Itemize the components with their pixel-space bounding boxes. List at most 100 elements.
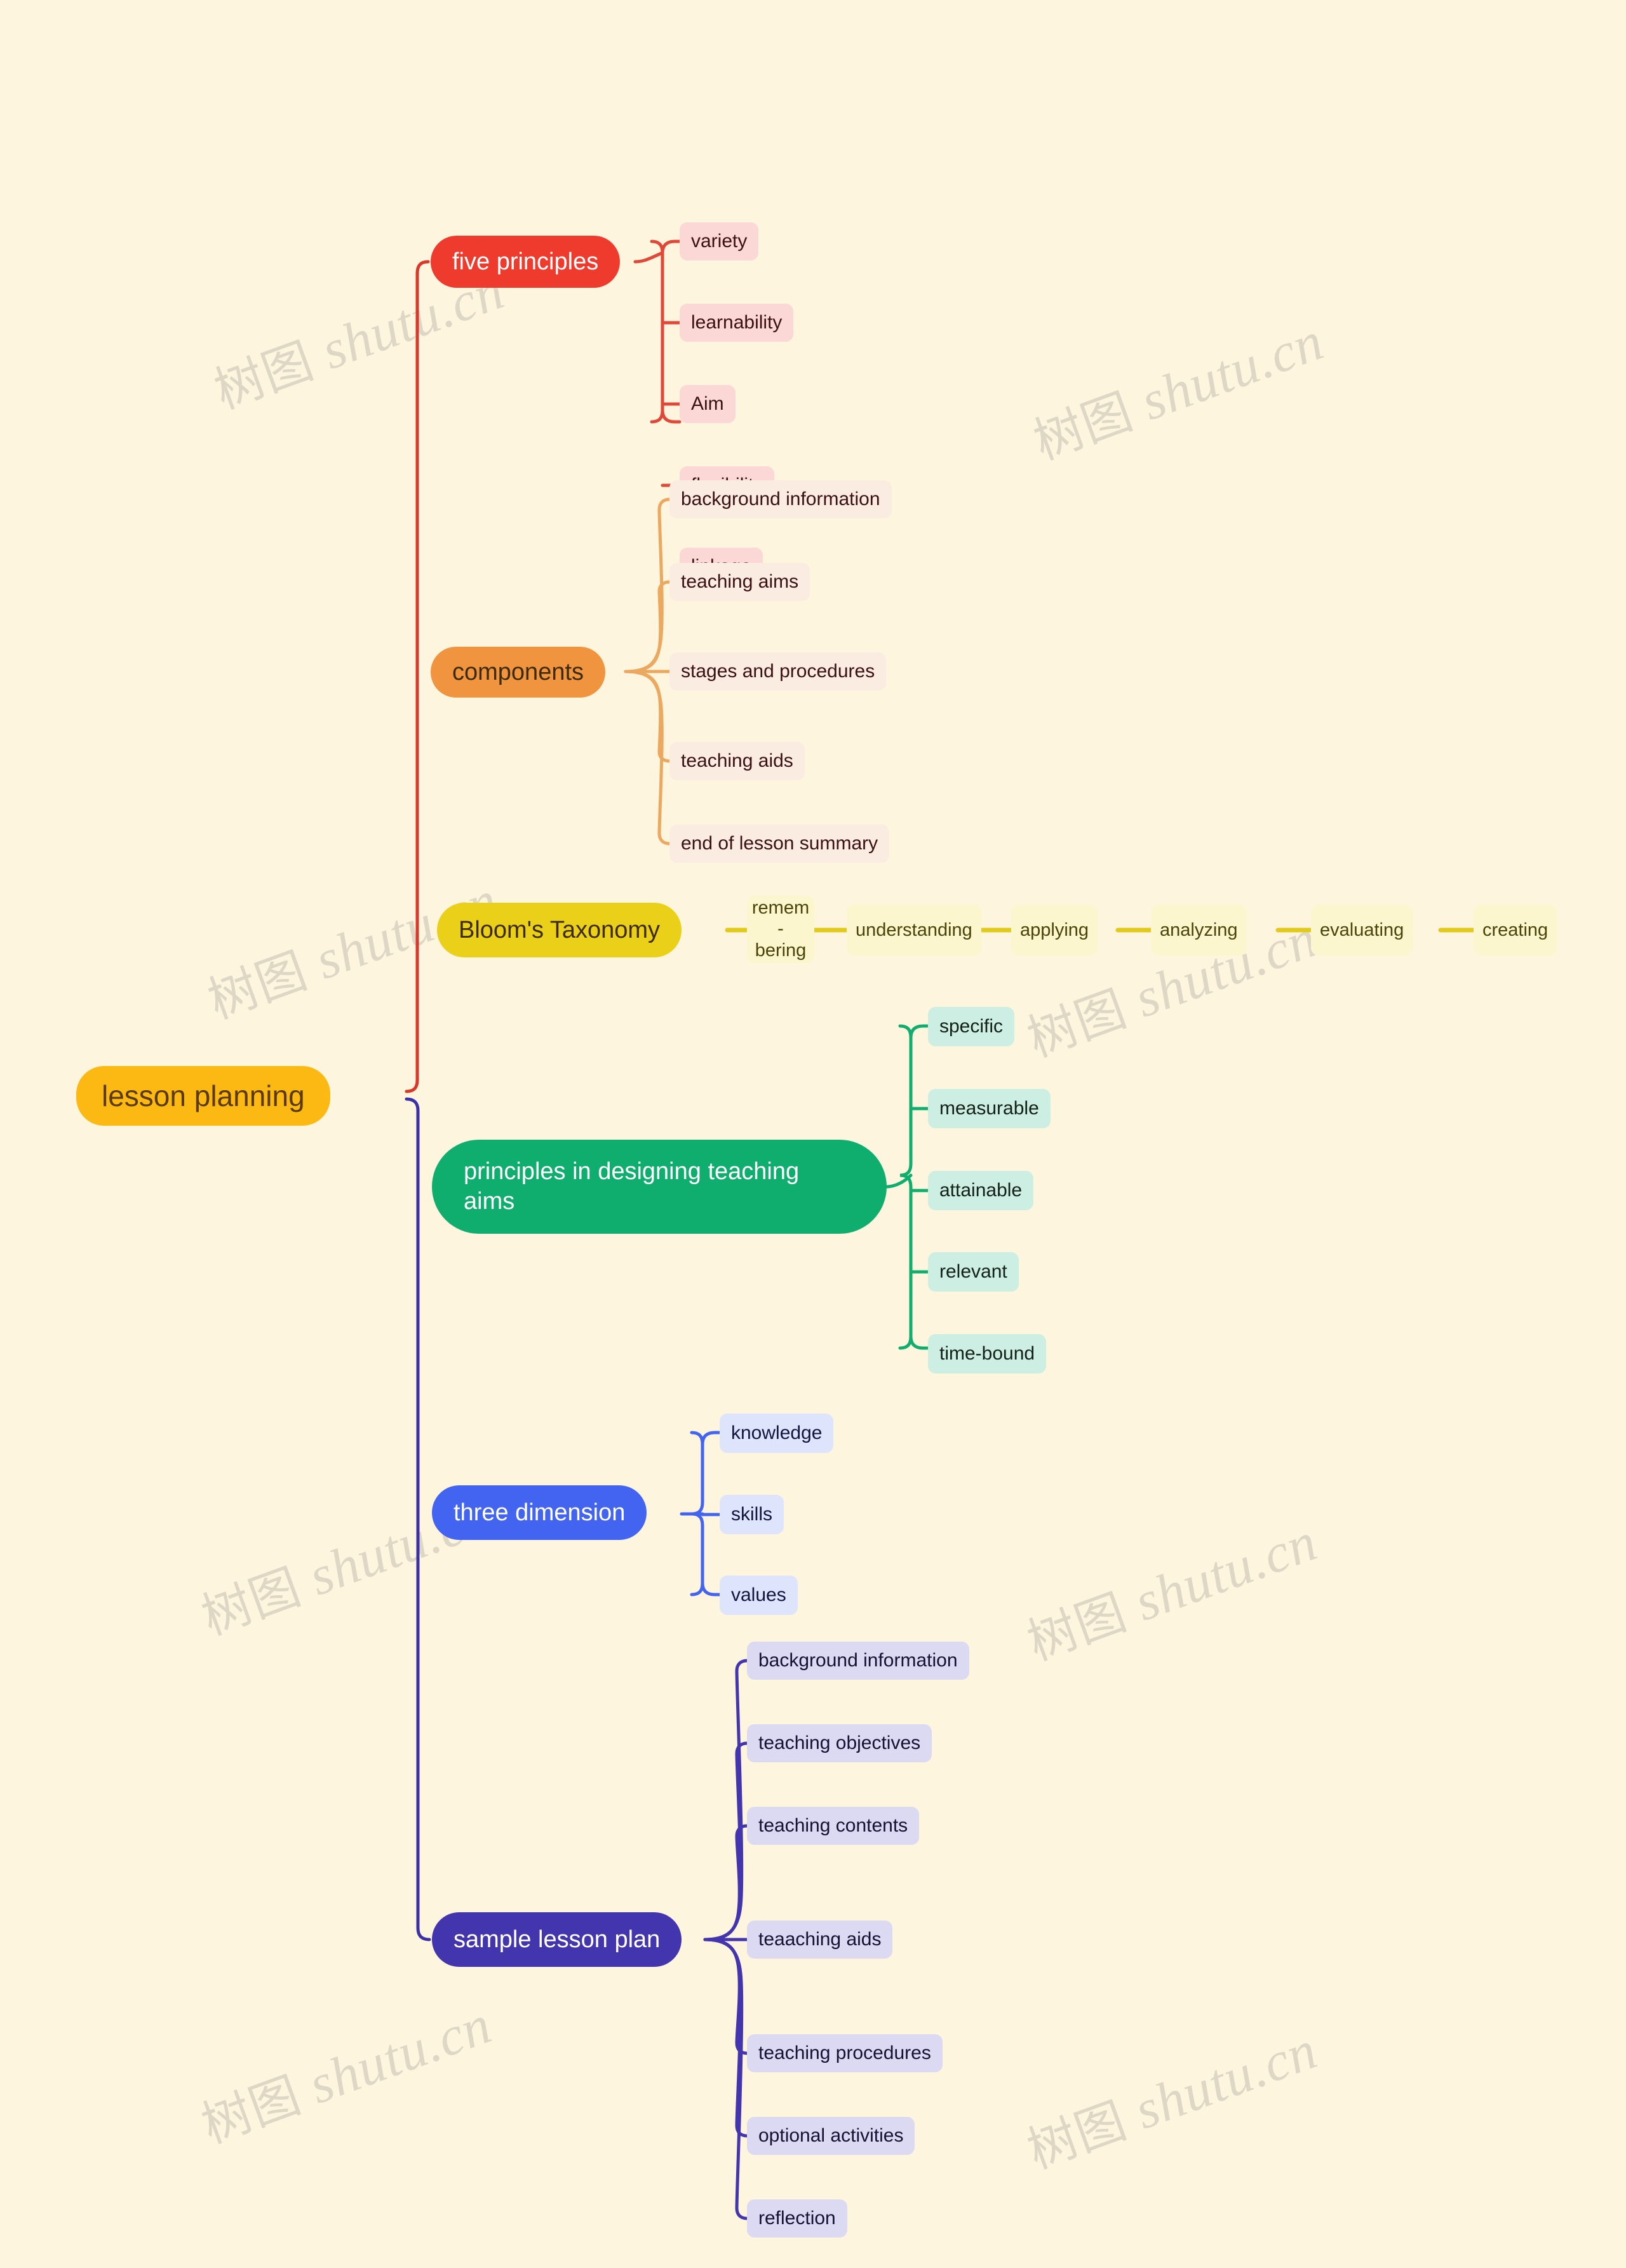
link-components-leaf-5 bbox=[624, 670, 671, 846]
branch-label: Bloom's Taxonomy bbox=[459, 916, 661, 943]
leaf-label: skills bbox=[731, 1504, 772, 1525]
leaf-applying[interactable]: applying bbox=[1011, 905, 1098, 955]
leaf-label: applying bbox=[1020, 919, 1089, 940]
branch-label: sample lesson plan bbox=[454, 1926, 661, 1953]
watermark-cjk: 树图 bbox=[194, 2066, 309, 2155]
leaf-label: background information bbox=[681, 489, 880, 510]
leaf-teaching-contents[interactable]: teaching contents bbox=[747, 1807, 920, 1845]
watermark-cjk: 树图 bbox=[1020, 1583, 1134, 1672]
leaf-label: end of lesson summary bbox=[681, 833, 878, 854]
watermark: 树图 shutu.cn bbox=[1016, 1504, 1326, 1675]
leaf-teaaching-aids[interactable]: teaaching aids bbox=[747, 1920, 893, 1959]
leaf-label: attainable bbox=[939, 1180, 1023, 1201]
link-components-leaf-2 bbox=[624, 580, 671, 673]
root-node[interactable]: lesson planning bbox=[76, 1066, 330, 1126]
leaf-variety[interactable]: variety bbox=[680, 222, 759, 260]
root-label: lesson planning bbox=[102, 1079, 305, 1112]
branch-label: five principles bbox=[452, 248, 599, 275]
branch-five-principles[interactable]: five principles bbox=[431, 236, 621, 288]
link-purple-leaf-2 bbox=[703, 1741, 749, 1941]
link-five-principles-leaf-variety bbox=[661, 240, 682, 255]
branch-principles-in-designing-teaching-aims[interactable]: principles in designing teaching aims bbox=[432, 1140, 887, 1234]
leaf-label: teaching procedures bbox=[758, 2042, 931, 2063]
leaf-values[interactable]: values bbox=[720, 1576, 798, 1615]
leaf-measurable[interactable]: measurable bbox=[928, 1089, 1051, 1128]
leaf-label: specific bbox=[939, 1016, 1004, 1037]
watermark-cjk: 树图 bbox=[201, 942, 315, 1030]
leaf-skills[interactable]: skills bbox=[720, 1495, 784, 1534]
leaf-label: teaching aids bbox=[681, 750, 793, 771]
watermark-latin: shutu.cn bbox=[1132, 309, 1331, 432]
link-components-leaf-4 bbox=[624, 670, 671, 763]
leaf-label: background information bbox=[758, 1650, 958, 1671]
leaf-teaching-aids[interactable]: teaching aids bbox=[669, 742, 805, 780]
link-five-principles-leaf-linkage bbox=[661, 408, 682, 424]
leaf-label: learnability bbox=[691, 312, 783, 333]
branch-three-dimension[interactable]: three dimension bbox=[432, 1485, 647, 1540]
leaf-optional-activities[interactable]: optional activities bbox=[747, 2117, 915, 2155]
leaf-label: creating bbox=[1482, 919, 1549, 940]
leaf-label: relevant bbox=[939, 1261, 1007, 1282]
link-purple-leaf-7 bbox=[703, 1938, 749, 2220]
leaf-label: teaching aims bbox=[681, 571, 799, 592]
leaf-aim[interactable]: Aim bbox=[680, 385, 736, 423]
branch-blooms-taxonomy[interactable]: Bloom's Taxonomy bbox=[437, 903, 682, 957]
leaf-remembering[interactable]: remem -bering bbox=[747, 896, 814, 963]
leaf-specific[interactable]: specific bbox=[928, 1007, 1015, 1046]
leaf-understanding[interactable]: understanding bbox=[847, 905, 981, 955]
link-purple-leaf-5 bbox=[703, 1938, 749, 2055]
leaf-creating[interactable]: creating bbox=[1474, 905, 1557, 955]
leaf-teaching-aims[interactable]: teaching aims bbox=[669, 563, 810, 601]
branch-label: principles in designing teaching aims bbox=[464, 1158, 806, 1215]
leaf-analyzing[interactable]: analyzing bbox=[1151, 905, 1247, 955]
leaf-evaluating[interactable]: evaluating bbox=[1311, 905, 1413, 955]
leaf-end-of-lesson-summary[interactable]: end of lesson summary bbox=[669, 825, 890, 863]
link-blue-leaf-values bbox=[701, 1581, 722, 1596]
link-five-principles-branch bbox=[633, 251, 664, 264]
leaf-label: teaaching aids bbox=[758, 1929, 882, 1950]
leaf-label: stages and procedures bbox=[681, 661, 875, 682]
leaf-attainable[interactable]: attainable bbox=[928, 1171, 1034, 1210]
link-blue-leaf-knowledge bbox=[701, 1431, 722, 1446]
branch-components[interactable]: components bbox=[431, 647, 606, 698]
leaf-background-information-2[interactable]: background information bbox=[747, 1642, 969, 1680]
branch-sample-lesson-plan[interactable]: sample lesson plan bbox=[432, 1912, 682, 1967]
link-green-leaf-timebound bbox=[909, 1335, 930, 1350]
leaf-label: teaching objectives bbox=[758, 1732, 921, 1753]
branch-label: components bbox=[452, 658, 584, 685]
watermark-cjk: 树图 bbox=[207, 332, 321, 421]
link-components-leaf-1 bbox=[624, 497, 671, 673]
leaf-label: analyzing bbox=[1160, 919, 1238, 940]
watermark-cjk: 树图 bbox=[1026, 382, 1141, 471]
watermark: 树图 shutu.cn bbox=[1023, 303, 1332, 474]
watermark-latin: shutu.cn bbox=[300, 1993, 499, 2116]
link-purple-leaf-3 bbox=[703, 1824, 749, 1941]
leaf-reflection[interactable]: reflection bbox=[747, 2199, 847, 2238]
leaf-knowledge[interactable]: knowledge bbox=[720, 1414, 834, 1453]
link-green-spine bbox=[898, 1024, 913, 1350]
leaf-label: time-bound bbox=[939, 1343, 1035, 1364]
link-root-upper-trunk bbox=[405, 260, 430, 1093]
leaf-label: teaching contents bbox=[758, 1815, 908, 1836]
leaf-background-information[interactable]: background information bbox=[669, 480, 892, 518]
leaf-teaching-procedures[interactable]: teaching procedures bbox=[747, 2034, 943, 2072]
link-green-leaf-specific bbox=[909, 1024, 930, 1039]
leaf-stages-and-procedures[interactable]: stages and procedures bbox=[669, 652, 887, 691]
leaf-learnability[interactable]: learnability bbox=[680, 304, 794, 342]
leaf-label: variety bbox=[691, 231, 748, 252]
leaf-time-bound[interactable]: time-bound bbox=[928, 1334, 1047, 1374]
link-purple-leaf-1 bbox=[703, 1659, 749, 1941]
leaf-teaching-objectives[interactable]: teaching objectives bbox=[747, 1724, 932, 1762]
link-green-branch bbox=[884, 1173, 913, 1189]
leaf-label: evaluating bbox=[1320, 919, 1404, 940]
leaf-relevant[interactable]: relevant bbox=[928, 1252, 1019, 1292]
branch-label: three dimension bbox=[454, 1499, 626, 1526]
leaf-label: reflection bbox=[758, 2208, 836, 2229]
leaf-label: measurable bbox=[939, 1098, 1039, 1119]
link-purple-leaf-6 bbox=[703, 1938, 749, 2138]
watermark-latin: shutu.cn bbox=[1126, 2018, 1325, 2141]
link-five-principles-spine bbox=[650, 240, 664, 424]
leaf-label: values bbox=[731, 1584, 786, 1605]
watermark-latin: shutu.cn bbox=[1126, 1510, 1325, 1633]
leaf-label: Aim bbox=[691, 393, 724, 414]
